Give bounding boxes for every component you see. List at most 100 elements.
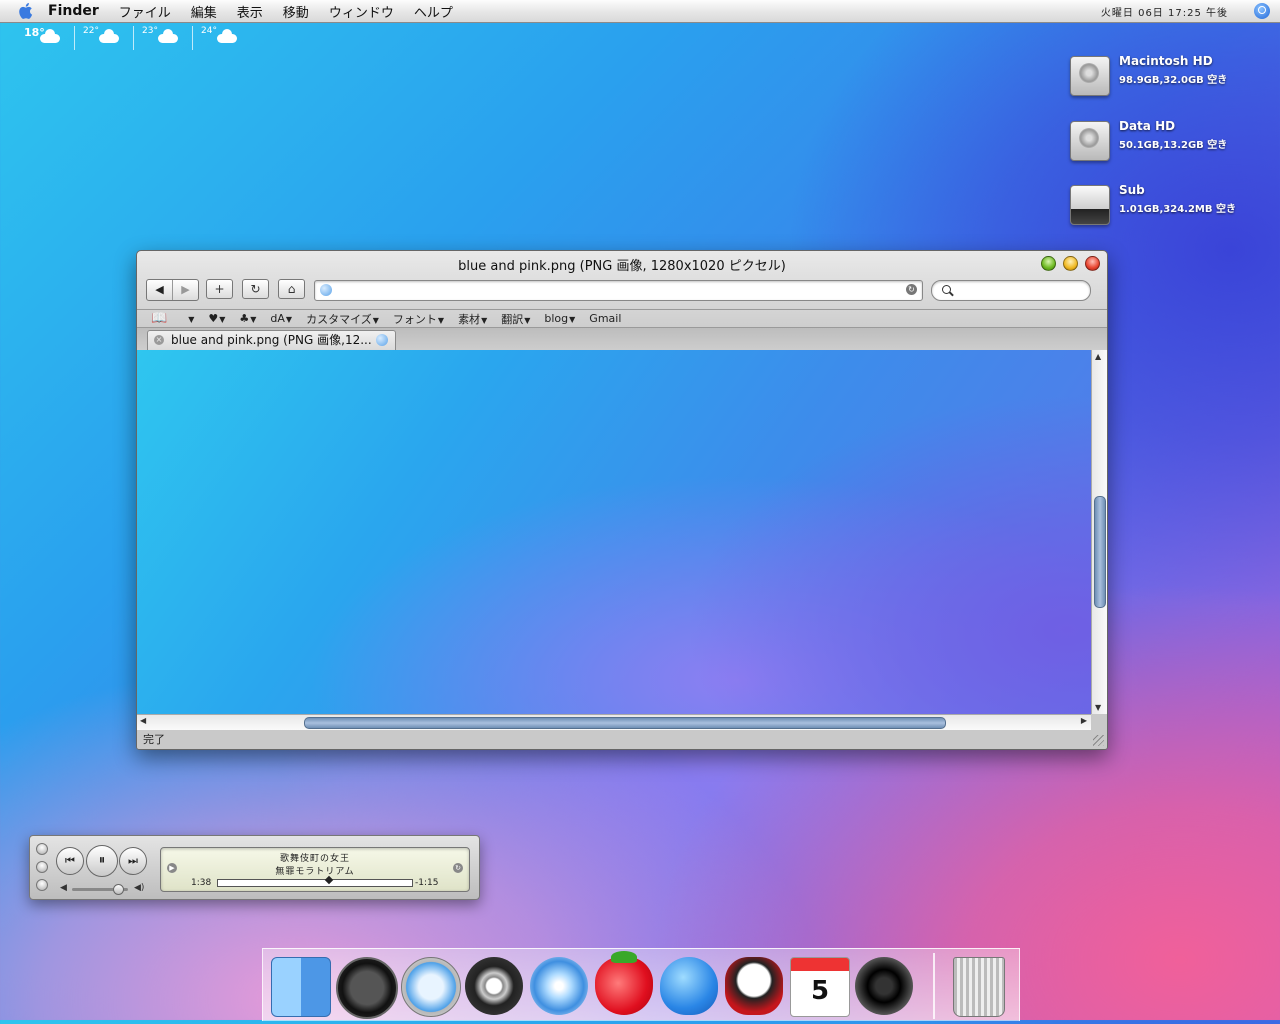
- ical-icon[interactable]: 5: [790, 957, 850, 1017]
- progress-diamond[interactable]: [324, 875, 333, 885]
- desktop-icon-macintosh-hd[interactable]: Macintosh HD 98.9GB,32.0GB 空き: [1068, 52, 1268, 98]
- bookmark-customize-folder[interactable]: カスタマイズ▼: [306, 311, 379, 327]
- reload-button[interactable]: ↻: [242, 279, 269, 299]
- disk-info: 1.01GB,324.2MB 空き: [1119, 204, 1236, 215]
- weather-temp: 24°: [201, 26, 217, 36]
- volume-slider[interactable]: ◀ ◀): [60, 883, 150, 895]
- scroll-right-arrow-icon[interactable]: ▶: [1081, 716, 1087, 725]
- weather-day-2: 22°: [81, 26, 134, 50]
- disk-name: Data HD: [1119, 119, 1176, 133]
- disk-name: Sub: [1119, 183, 1145, 197]
- trash-icon[interactable]: [953, 957, 1005, 1017]
- usb-drive-icon[interactable]: [1070, 185, 1110, 225]
- bookmark-gmail[interactable]: Gmail: [589, 312, 621, 325]
- slime-icon[interactable]: [660, 957, 718, 1015]
- search-field[interactable]: [931, 280, 1091, 301]
- chevron-down-icon: ▼: [372, 315, 379, 325]
- chevron-down-icon: ▼: [524, 315, 531, 325]
- tab-label: blue and pink.png (PNG 画像,12...: [171, 333, 372, 347]
- home-button[interactable]: ⌂: [278, 279, 305, 299]
- finder-icon[interactable]: [271, 957, 331, 1017]
- resize-grip-icon[interactable]: [1093, 735, 1104, 746]
- chevron-down-icon: ▼: [481, 315, 488, 325]
- player-zoom-button[interactable]: [36, 879, 48, 891]
- horizontal-scroll-thumb[interactable]: [304, 717, 946, 729]
- refresh-icon[interactable]: ↻: [906, 284, 917, 295]
- globe-icon: [320, 284, 332, 296]
- tab-blue-and-pink[interactable]: × blue and pink.png (PNG 画像,12...: [147, 330, 396, 350]
- tab-bar: × blue and pink.png (PNG 画像,12...: [137, 327, 1107, 350]
- hard-drive-icon[interactable]: [1070, 121, 1110, 161]
- bookmark-club-folder[interactable]: ♣▼: [239, 312, 256, 325]
- snow-cloud-icon: [99, 29, 119, 43]
- bookmark-label: 素材: [458, 312, 481, 326]
- volume-low-icon: ◀: [60, 883, 67, 893]
- vertical-scrollbar[interactable]: ▲ ▼: [1091, 350, 1107, 714]
- menu-app-finder[interactable]: Finder: [48, 3, 99, 19]
- desktop-icon-sub[interactable]: Sub 1.01GB,324.2MB 空き: [1068, 181, 1268, 227]
- dock-separator: [933, 953, 935, 1019]
- bookmark-da-folder[interactable]: dA▼: [270, 312, 292, 325]
- scroll-left-arrow-icon[interactable]: ◀: [140, 716, 146, 725]
- bookmark-heart-folder[interactable]: ♥▼: [208, 312, 225, 325]
- dashboard-icon[interactable]: [336, 957, 398, 1019]
- player-window-controls: [36, 843, 48, 891]
- desktop-icon-data-hd[interactable]: Data HD 50.1GB,13.2GB 空き: [1068, 117, 1268, 163]
- spotlight-search-icon[interactable]: [1254, 3, 1270, 19]
- forward-button[interactable]: ▶: [172, 280, 198, 300]
- pause-button[interactable]: ⏸: [86, 845, 118, 877]
- chevron-down-icon: ▼: [250, 315, 257, 324]
- menu-view[interactable]: 表示: [237, 2, 263, 21]
- next-track-button[interactable]: ⏭: [119, 847, 147, 875]
- progress-bar[interactable]: [217, 875, 413, 887]
- close-button[interactable]: [1085, 256, 1100, 271]
- address-bar[interactable]: ↻: [314, 280, 923, 301]
- strawberry-icon[interactable]: [595, 951, 653, 1015]
- back-button[interactable]: ◀: [147, 280, 172, 300]
- close-tab-icon[interactable]: ×: [154, 335, 164, 345]
- vertical-scroll-thumb[interactable]: [1094, 496, 1106, 608]
- scroll-down-arrow-icon[interactable]: ▼: [1095, 703, 1101, 712]
- volume-high-icon: ◀): [134, 883, 145, 893]
- chevron-down-icon: ▼: [569, 315, 576, 324]
- menu-edit[interactable]: 編集: [191, 2, 217, 21]
- menu-file[interactable]: ファイル: [119, 2, 171, 21]
- heart-icon: ♥: [208, 312, 219, 325]
- scroll-up-arrow-icon[interactable]: ▲: [1095, 352, 1101, 361]
- menu-window[interactable]: ウィンドウ: [329, 2, 394, 21]
- bookmark-apple-folder[interactable]: ▼: [187, 312, 194, 325]
- track-title: 歌舞伎町の女王: [279, 854, 350, 864]
- bird-icon[interactable]: [725, 957, 783, 1015]
- bittorrent-icon[interactable]: [465, 957, 523, 1015]
- horizontal-scrollbar[interactable]: ◀ ▶: [137, 714, 1091, 730]
- album-title: 無罪モラトリアム: [275, 867, 355, 877]
- now-playing-display: ▶ 歌舞伎町の女王 無罪モラトリアム 1:38 -1:15 ↻: [160, 847, 470, 892]
- volume-knob[interactable]: [112, 884, 124, 895]
- apple-menu-icon[interactable]: [18, 2, 34, 20]
- bookmark-label: dA: [270, 312, 285, 325]
- player-minimize-button[interactable]: [36, 861, 48, 873]
- player-close-button[interactable]: [36, 843, 48, 855]
- bookmark-material-folder[interactable]: 素材▼: [458, 311, 487, 327]
- bookmark-translate-folder[interactable]: 翻訳▼: [501, 311, 530, 327]
- menu-clock[interactable]: 火曜日 06日 17:25 午後: [1101, 4, 1228, 19]
- itunes-icon[interactable]: [530, 957, 588, 1015]
- partly-cloudy-icon: [217, 29, 237, 43]
- hard-drive-icon[interactable]: [1070, 56, 1110, 96]
- chevron-down-icon: ▼: [285, 315, 293, 324]
- menu-go[interactable]: 移動: [283, 2, 309, 21]
- bookmark-label: 翻訳: [501, 312, 524, 326]
- show-all-bookmarks-icon[interactable]: 📖: [151, 311, 167, 326]
- add-bookmark-button[interactable]: +: [206, 279, 233, 299]
- weather-temp: 23°: [142, 26, 158, 36]
- camera-icon[interactable]: [855, 957, 913, 1015]
- zoom-button[interactable]: [1041, 256, 1056, 271]
- minimize-button[interactable]: [1063, 256, 1078, 271]
- toggle-display-icon[interactable]: ↻: [453, 863, 463, 873]
- previous-track-button[interactable]: ⏮: [56, 847, 84, 875]
- menu-help[interactable]: ヘルプ: [414, 2, 453, 21]
- bookmark-font-folder[interactable]: フォント▼: [393, 311, 444, 327]
- safari-icon[interactable]: [401, 957, 461, 1017]
- weather-temp: 22°: [83, 26, 99, 36]
- bookmark-blog-folder[interactable]: blog▼: [544, 312, 575, 325]
